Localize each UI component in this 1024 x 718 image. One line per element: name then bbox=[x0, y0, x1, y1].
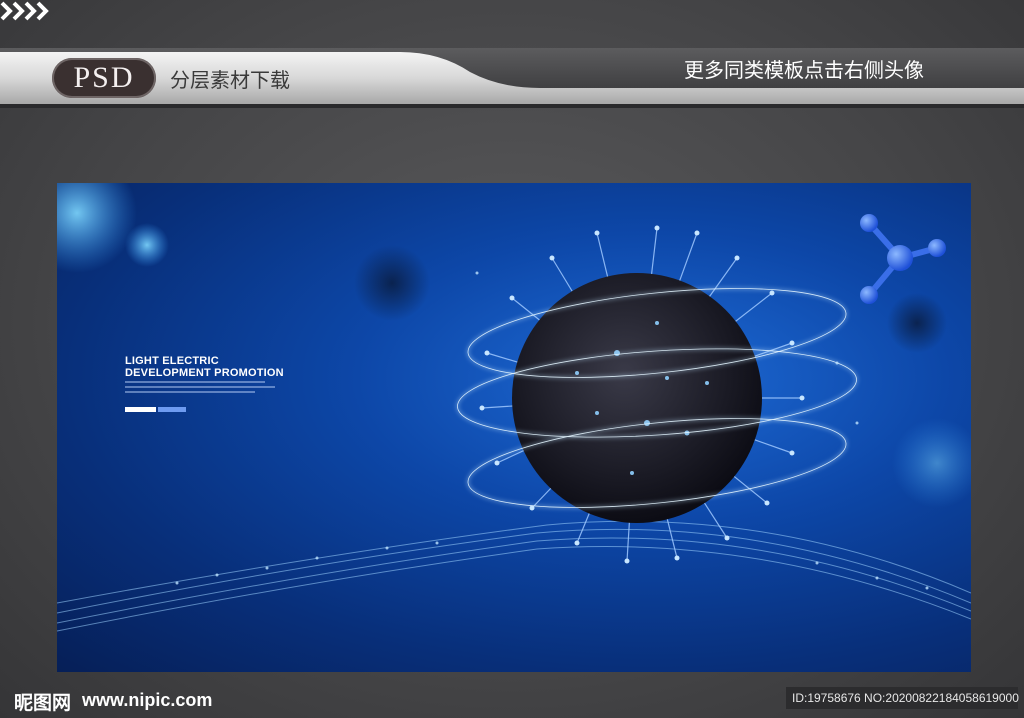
promo-button-secondary bbox=[158, 407, 186, 412]
molecule-icon bbox=[860, 214, 946, 304]
promo-title-line-2: DEVELOPMENT PROMOTION bbox=[125, 367, 284, 379]
promo-placeholder-text bbox=[125, 381, 275, 396]
artwork-illustration bbox=[57, 183, 971, 632]
layered-download-label: 分层素材下载 bbox=[170, 68, 290, 92]
nipic-url: www.nipic.com bbox=[82, 690, 213, 710]
virus-illustration bbox=[479, 225, 805, 564]
promo-button-primary bbox=[125, 407, 156, 412]
more-templates-link[interactable]: 更多同类模板点击右侧头像 bbox=[684, 54, 924, 83]
chevrons-right-icon[interactable] bbox=[0, 0, 52, 22]
blurred-molecule-left bbox=[57, 183, 137, 273]
artwork-panel: LIGHT ELECTRIC DEVELOPMENT PROMOTION bbox=[57, 183, 971, 672]
image-id-label: ID:19758676 NO:20200822184058619000 bbox=[792, 691, 1019, 705]
header-banner: PSD 分层素材下载 更多同类模板点击右侧头像 bbox=[0, 0, 1024, 115]
promo-title: LIGHT ELECTRIC DEVELOPMENT PROMOTION bbox=[125, 355, 284, 379]
nipic-logo: 昵图网 bbox=[14, 692, 72, 714]
psd-badge: PSD bbox=[52, 58, 156, 98]
promo-title-line-1: LIGHT ELECTRIC bbox=[125, 355, 219, 367]
light-ribbons bbox=[57, 520, 971, 632]
